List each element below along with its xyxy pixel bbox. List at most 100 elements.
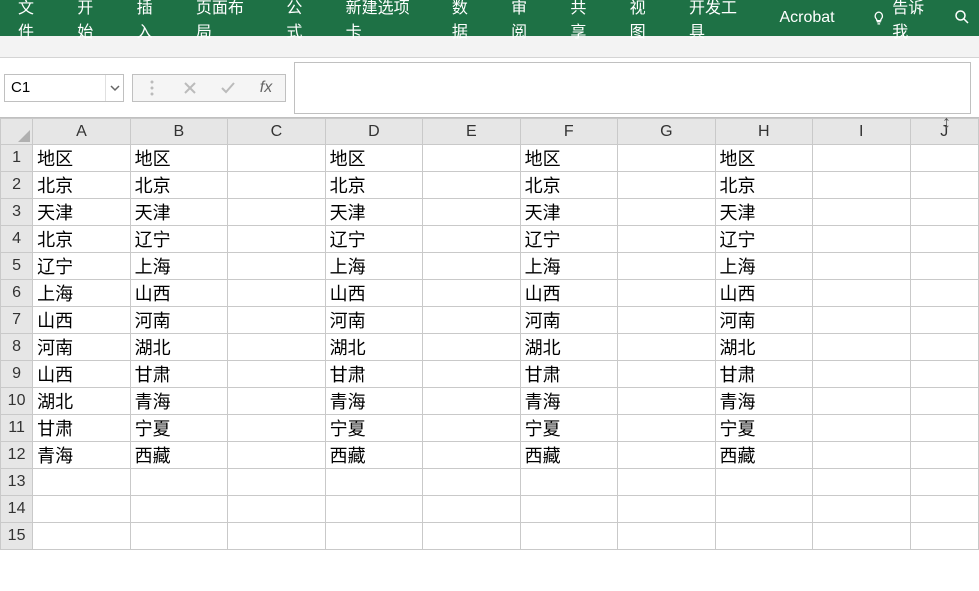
cell-H1[interactable]: 地区 (715, 145, 812, 172)
cell-F3[interactable]: 天津 (520, 199, 617, 226)
cell-I14[interactable] (813, 496, 910, 523)
enter-button[interactable] (209, 81, 247, 95)
cell-H14[interactable] (715, 496, 812, 523)
col-header-C[interactable]: C (228, 119, 325, 145)
search-icon[interactable] (953, 8, 975, 29)
row-header-5[interactable]: 5 (1, 253, 33, 280)
tab-acrobat[interactable]: Acrobat (765, 0, 848, 36)
cell-D3[interactable]: 天津 (325, 199, 422, 226)
cell-F2[interactable]: 北京 (520, 172, 617, 199)
cell-B2[interactable]: 北京 (130, 172, 227, 199)
cell-H13[interactable] (715, 469, 812, 496)
cell-J1[interactable] (910, 145, 978, 172)
tab-home[interactable]: 开始 (63, 0, 122, 36)
tab-page-layout[interactable]: 页面布局 (182, 0, 273, 36)
cell-D15[interactable] (325, 523, 422, 550)
cell-C14[interactable] (228, 496, 325, 523)
cell-G8[interactable] (618, 334, 715, 361)
cell-B9[interactable]: 甘肃 (130, 361, 227, 388)
cell-E8[interactable] (423, 334, 520, 361)
cell-A1[interactable]: 地区 (33, 145, 130, 172)
cell-J3[interactable] (910, 199, 978, 226)
cell-G15[interactable] (618, 523, 715, 550)
row-header-7[interactable]: 7 (1, 307, 33, 334)
cell-B5[interactable]: 上海 (130, 253, 227, 280)
cell-E10[interactable] (423, 388, 520, 415)
cell-E7[interactable] (423, 307, 520, 334)
cell-A9[interactable]: 山西 (33, 361, 130, 388)
col-header-D[interactable]: D (325, 119, 422, 145)
row-header-12[interactable]: 12 (1, 442, 33, 469)
cell-F11[interactable]: 宁夏 (520, 415, 617, 442)
cell-J11[interactable] (910, 415, 978, 442)
cell-C1[interactable] (228, 145, 325, 172)
cell-F10[interactable]: 青海 (520, 388, 617, 415)
cell-I9[interactable] (813, 361, 910, 388)
cell-C6[interactable] (228, 280, 325, 307)
cell-E12[interactable] (423, 442, 520, 469)
cell-F4[interactable]: 辽宁 (520, 226, 617, 253)
cell-B15[interactable] (130, 523, 227, 550)
cell-H6[interactable]: 山西 (715, 280, 812, 307)
insert-function-button[interactable]: fx (247, 79, 285, 97)
cell-F12[interactable]: 西藏 (520, 442, 617, 469)
name-box[interactable] (5, 77, 105, 98)
cell-E13[interactable] (423, 469, 520, 496)
cell-H12[interactable]: 西藏 (715, 442, 812, 469)
cell-A13[interactable] (33, 469, 130, 496)
cell-J6[interactable] (910, 280, 978, 307)
cell-H9[interactable]: 甘肃 (715, 361, 812, 388)
cell-F8[interactable]: 湖北 (520, 334, 617, 361)
cell-B11[interactable]: 宁夏 (130, 415, 227, 442)
cell-E15[interactable] (423, 523, 520, 550)
cell-J15[interactable] (910, 523, 978, 550)
cell-D9[interactable]: 甘肃 (325, 361, 422, 388)
col-header-B[interactable]: B (130, 119, 227, 145)
cell-B14[interactable] (130, 496, 227, 523)
cell-A4[interactable]: 北京 (33, 226, 130, 253)
cell-J14[interactable] (910, 496, 978, 523)
cell-E14[interactable] (423, 496, 520, 523)
cell-G1[interactable] (618, 145, 715, 172)
cell-G11[interactable] (618, 415, 715, 442)
cell-J8[interactable] (910, 334, 978, 361)
cell-A15[interactable] (33, 523, 130, 550)
cell-C5[interactable] (228, 253, 325, 280)
cell-E1[interactable] (423, 145, 520, 172)
cell-J9[interactable] (910, 361, 978, 388)
tab-data[interactable]: 数据 (438, 0, 497, 36)
cell-B3[interactable]: 天津 (130, 199, 227, 226)
cell-A8[interactable]: 河南 (33, 334, 130, 361)
cell-A10[interactable]: 湖北 (33, 388, 130, 415)
cell-H3[interactable]: 天津 (715, 199, 812, 226)
cell-B10[interactable]: 青海 (130, 388, 227, 415)
col-header-F[interactable]: F (520, 119, 617, 145)
cell-C8[interactable] (228, 334, 325, 361)
cell-E3[interactable] (423, 199, 520, 226)
cell-A12[interactable]: 青海 (33, 442, 130, 469)
cell-D10[interactable]: 青海 (325, 388, 422, 415)
name-box-dropdown[interactable] (105, 75, 123, 101)
cell-D4[interactable]: 辽宁 (325, 226, 422, 253)
col-header-G[interactable]: G (618, 119, 715, 145)
cell-A7[interactable]: 山西 (33, 307, 130, 334)
cell-F15[interactable] (520, 523, 617, 550)
cell-I7[interactable] (813, 307, 910, 334)
cell-I3[interactable] (813, 199, 910, 226)
cell-H8[interactable]: 湖北 (715, 334, 812, 361)
cell-J13[interactable] (910, 469, 978, 496)
cell-D13[interactable] (325, 469, 422, 496)
row-header-2[interactable]: 2 (1, 172, 33, 199)
tab-file[interactable]: 文件 (4, 0, 63, 36)
cell-J4[interactable] (910, 226, 978, 253)
cell-I1[interactable] (813, 145, 910, 172)
row-header-11[interactable]: 11 (1, 415, 33, 442)
formula-input[interactable] (294, 62, 971, 114)
cell-D8[interactable]: 湖北 (325, 334, 422, 361)
cell-H11[interactable]: 宁夏 (715, 415, 812, 442)
cell-G5[interactable] (618, 253, 715, 280)
cell-G3[interactable] (618, 199, 715, 226)
resize-handle-icon[interactable]: ↕ (942, 112, 951, 133)
cell-J7[interactable] (910, 307, 978, 334)
row-header-14[interactable]: 14 (1, 496, 33, 523)
